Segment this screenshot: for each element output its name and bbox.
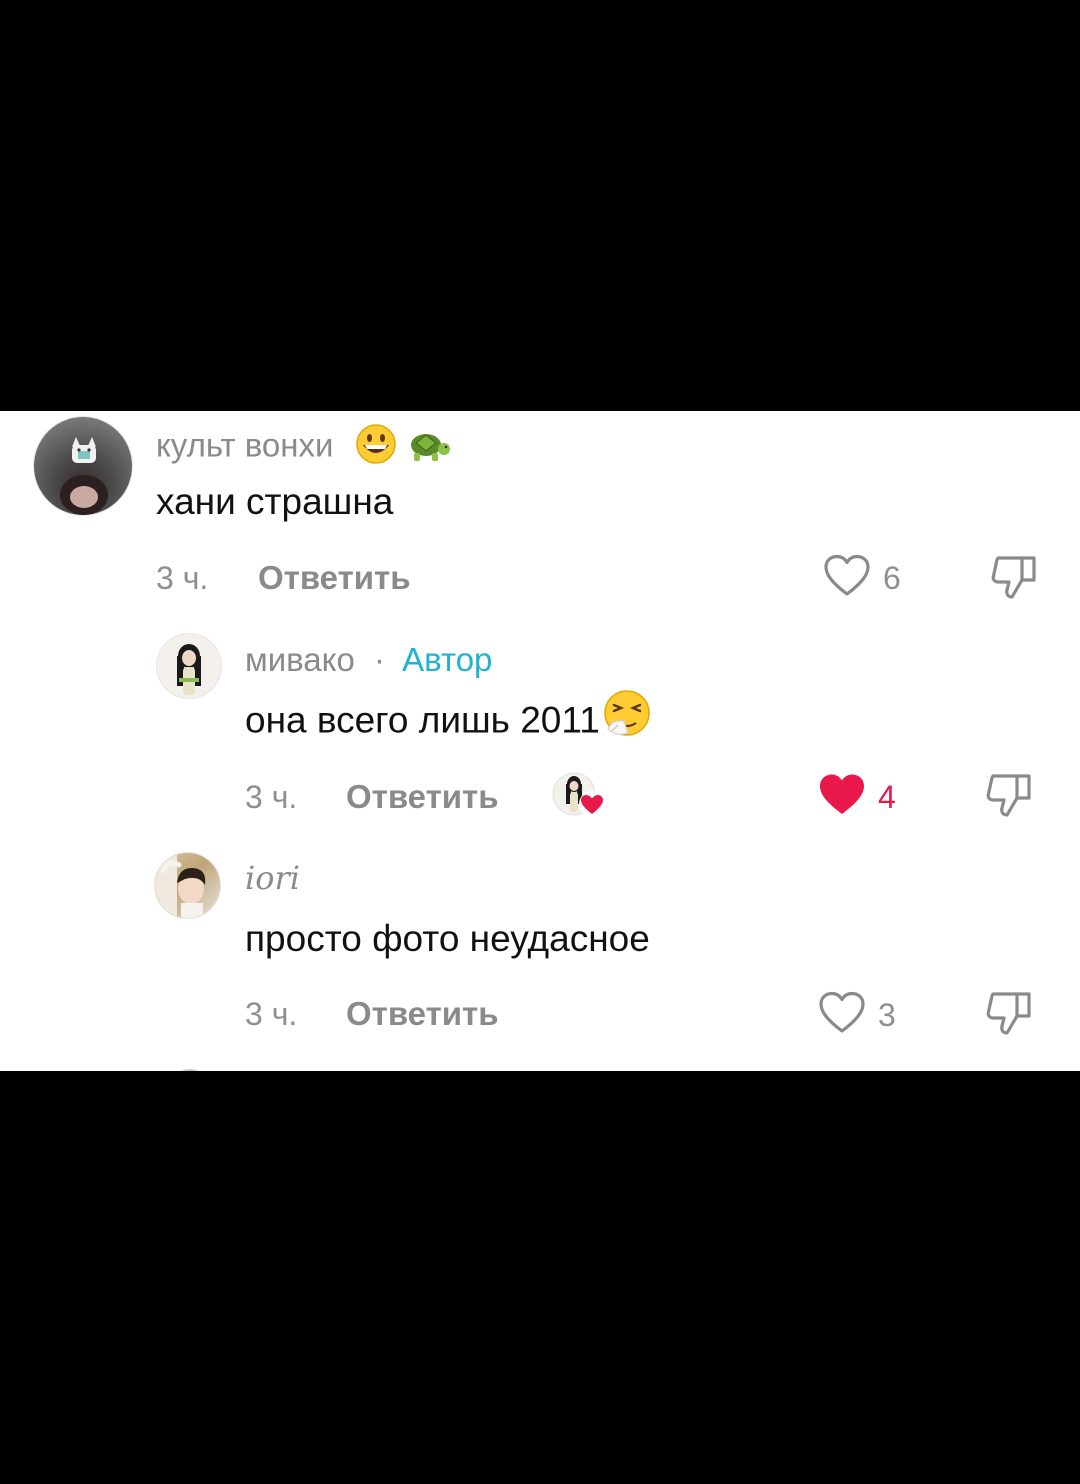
comment-username[interactable]: культ вонхи (156, 423, 452, 473)
liked-by-creator-badge[interactable] (552, 771, 608, 824)
like-count: 3 (878, 997, 896, 1033)
comment-text-body: она всего лишь 2011 (245, 699, 600, 741)
like-count: 4 (878, 779, 896, 815)
reply-button[interactable]: Ответить (258, 559, 411, 597)
turtle-emoji-icon (406, 423, 452, 473)
username-text: культ вонхи (156, 426, 334, 464)
like-count: 6 (883, 560, 901, 596)
avatar[interactable] (156, 633, 222, 699)
author-badge: Автор (402, 641, 493, 678)
dislike-button[interactable] (985, 990, 1033, 1041)
next-comment-avatar (170, 1069, 210, 1071)
like-button[interactable]: 6 (823, 554, 901, 603)
comment-text: она всего лишь 2011 (245, 690, 652, 748)
comment-username[interactable]: iori (245, 859, 300, 897)
reply-button[interactable]: Ответить (346, 995, 499, 1033)
comment-time: 3 ч. (245, 779, 298, 815)
reply-button[interactable]: Ответить (346, 778, 499, 816)
heart-filled-icon (818, 773, 866, 822)
comment-time: 3 ч. (156, 560, 209, 596)
avatar[interactable] (33, 416, 133, 516)
heart-outline-icon (818, 991, 866, 1040)
thumbs-down-icon (990, 556, 1038, 604)
heart-outline-icon (823, 554, 871, 603)
grinning-face-emoji-icon (355, 423, 397, 473)
avatar[interactable] (154, 852, 221, 919)
username-text: мивако (245, 641, 355, 678)
comments-panel: культ вонхи хани страшна 3 ч. Ответить 6… (0, 411, 1080, 1071)
sneezing-face-emoji-icon (602, 689, 652, 748)
dislike-button[interactable] (985, 772, 1033, 823)
like-button[interactable]: 4 (818, 773, 896, 822)
comment-username[interactable]: мивако · Автор (245, 641, 492, 679)
dislike-button[interactable] (990, 554, 1038, 605)
comment-text: хани страшна (156, 481, 394, 522)
like-button[interactable]: 3 (818, 991, 896, 1040)
thumbs-down-icon (985, 992, 1033, 1040)
comment-time: 3 ч. (245, 996, 298, 1032)
separator-dot: · (373, 641, 385, 678)
comment-text: просто фото неудасное (245, 918, 650, 959)
thumbs-down-icon (985, 774, 1033, 822)
